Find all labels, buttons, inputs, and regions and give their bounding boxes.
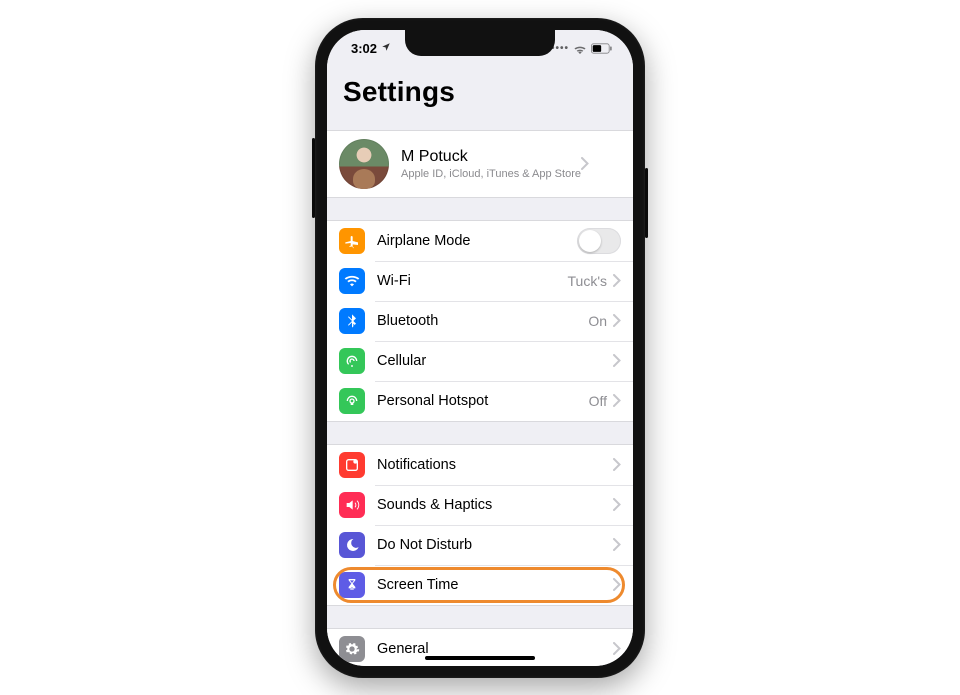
row-label: Airplane Mode: [377, 233, 577, 249]
apple-id-row[interactable]: M Potuck Apple ID, iCloud, iTunes & App …: [327, 131, 633, 197]
wifi-icon: [339, 268, 365, 294]
sounds-row[interactable]: Sounds & Haptics: [327, 485, 633, 525]
location-icon: [381, 42, 391, 55]
notifications-icon: [339, 452, 365, 478]
notch: [405, 30, 555, 56]
row-label: Sounds & Haptics: [377, 497, 613, 513]
chevron-right-icon: [613, 578, 621, 591]
bluetooth-row[interactable]: Bluetooth On: [327, 301, 633, 341]
screen-time-row[interactable]: Screen Time: [327, 565, 633, 605]
row-label: Cellular: [377, 353, 613, 369]
chevron-right-icon: [613, 458, 621, 471]
profile-group: M Potuck Apple ID, iCloud, iTunes & App …: [327, 130, 633, 198]
avatar: [339, 139, 389, 189]
connectivity-group: Airplane Mode Wi-Fi Tuck's Bluetooth: [327, 220, 633, 422]
wifi-status-icon: [573, 44, 587, 54]
cellular-row[interactable]: Cellular: [327, 341, 633, 381]
wifi-row[interactable]: Wi-Fi Tuck's: [327, 261, 633, 301]
chevron-right-icon: [581, 157, 589, 170]
general-row[interactable]: General: [327, 629, 633, 666]
row-value: Off: [589, 393, 607, 409]
dnd-row[interactable]: Do Not Disturb: [327, 525, 633, 565]
phone-frame: 3:02 •••• Settings: [315, 18, 645, 678]
status-time: 3:02: [351, 41, 377, 56]
home-indicator[interactable]: [425, 656, 535, 660]
row-label: General: [377, 641, 613, 657]
row-label: Screen Time: [377, 577, 613, 593]
row-label: Notifications: [377, 457, 613, 473]
sounds-icon: [339, 492, 365, 518]
chevron-right-icon: [613, 274, 621, 287]
general-group: General: [327, 628, 633, 666]
row-label: Wi-Fi: [377, 273, 568, 289]
chevron-right-icon: [613, 498, 621, 511]
chevron-right-icon: [613, 394, 621, 407]
chevron-right-icon: [613, 538, 621, 551]
row-label: Personal Hotspot: [377, 393, 589, 409]
row-label: Bluetooth: [377, 313, 588, 329]
row-label: Do Not Disturb: [377, 537, 613, 553]
moon-icon: [339, 532, 365, 558]
airplane-icon: [339, 228, 365, 254]
chevron-right-icon: [613, 642, 621, 655]
notifications-row[interactable]: Notifications: [327, 445, 633, 485]
phone-screen: 3:02 •••• Settings: [327, 30, 633, 666]
row-value: On: [588, 313, 607, 329]
battery-icon: [591, 43, 613, 54]
row-value: Tuck's: [568, 273, 608, 289]
page-title: Settings: [327, 68, 633, 116]
hourglass-icon: [339, 572, 365, 598]
profile-subtitle: Apple ID, iCloud, iTunes & App Store: [401, 168, 581, 180]
gear-icon: [339, 636, 365, 662]
hotspot-row[interactable]: Personal Hotspot Off: [327, 381, 633, 421]
hotspot-icon: [339, 388, 365, 414]
chevron-right-icon: [613, 314, 621, 327]
cellular-icon: [339, 348, 365, 374]
bluetooth-icon: [339, 308, 365, 334]
notifications-group: Notifications Sounds & Haptics Do Not Di…: [327, 444, 633, 606]
airplane-mode-row[interactable]: Airplane Mode: [327, 221, 633, 261]
chevron-right-icon: [613, 354, 621, 367]
profile-name: M Potuck: [401, 148, 581, 166]
airplane-mode-toggle[interactable]: [577, 228, 621, 254]
